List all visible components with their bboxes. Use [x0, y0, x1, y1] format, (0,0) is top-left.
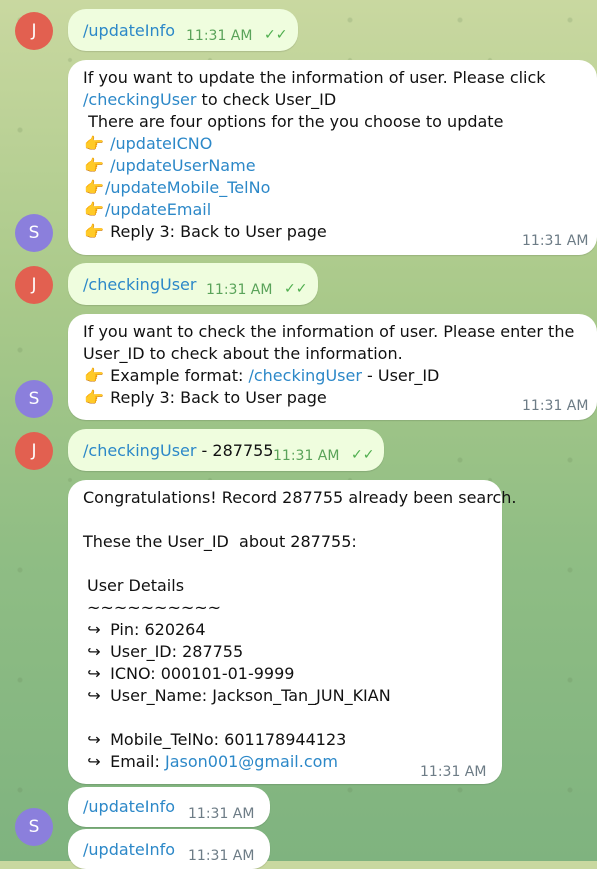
message-line: ~~~~~~~~~~ [87, 598, 222, 617]
return-arrow-icon: ↪ [87, 664, 101, 683]
message-time: 11:31 AM [522, 233, 589, 249]
pointing-hand-icon: 👉 [84, 134, 104, 153]
message-line: Mobile_TelNo: 601178944123 [110, 730, 347, 749]
message-line: Reply 3: Back to User page [110, 388, 327, 407]
message-bubble: If you want to update the information of… [68, 60, 597, 255]
command-link[interactable]: /updateMobile_TelNo [105, 178, 270, 197]
pointing-hand-icon: 👉 [84, 222, 104, 241]
avatar-j: J [15, 12, 53, 50]
avatar-s: S [15, 214, 53, 252]
read-check-icon: ✓✓ [284, 281, 308, 297]
message-time: 11:31 AM [420, 764, 487, 780]
message-time: 11:31 AM [522, 398, 589, 414]
command-link[interactable]: /updateInfo [83, 796, 175, 818]
message-line: If you want to check the information of … [83, 322, 575, 341]
message-line: There are four options for the you choos… [83, 112, 504, 131]
pointing-hand-icon: 👉 [84, 178, 104, 197]
pointing-hand-icon: 👉 [84, 388, 104, 407]
avatar-letter: J [31, 441, 37, 461]
message-time: 11:31 AM [186, 28, 253, 44]
message-bubble[interactable]: /updateInfo 11:31 AM [68, 787, 270, 827]
read-check-icon: ✓✓ [351, 447, 375, 463]
command-link[interactable]: /updateICNO [110, 134, 212, 153]
command-link[interactable]: /updateInfo [83, 839, 175, 861]
command-link[interactable]: /checkingUser [83, 441, 196, 460]
message-line: If you want to update the information of… [83, 68, 546, 87]
message-line: ICNO: 000101-01-9999 [110, 664, 295, 683]
command-link[interactable]: /checkingUser [248, 366, 361, 385]
message-bubble[interactable]: /updateInfo 11:31 AM [68, 829, 270, 869]
pointing-hand-icon: 👉 [84, 156, 104, 175]
message-bubble: Congratulations! Record 287755 already b… [68, 480, 516, 784]
message-time: 11:31 AM [273, 448, 340, 464]
avatar-j: J [15, 432, 53, 470]
avatar-j: J [15, 266, 53, 304]
pointing-hand-icon: 👉 [84, 366, 104, 385]
avatar-letter: S [28, 817, 40, 837]
command-link[interactable]: /checkingUser [83, 90, 196, 109]
return-arrow-icon: ↪ [87, 620, 101, 639]
message-line: to check User_ID [201, 90, 337, 109]
message-line: User Details [87, 576, 185, 595]
return-arrow-icon: ↪ [87, 642, 101, 661]
message-line: User_ID: 287755 [110, 642, 244, 661]
message-line: User_ID to check about the information. [83, 344, 403, 363]
message-line: Example format: [110, 366, 244, 385]
avatar-s: S [15, 808, 53, 846]
message-line: Pin: 620264 [110, 620, 206, 639]
message-line: User_Name: Jackson_Tan_JUN_KIAN [110, 686, 391, 705]
message-line: - User_ID [361, 366, 440, 385]
command-link[interactable]: /updateUserName [110, 156, 255, 175]
message-line: Congratulations! Record 287755 already b… [83, 488, 517, 507]
message-time: 11:31 AM [188, 806, 255, 822]
message-bubble: If you want to check the information of … [68, 314, 597, 420]
message-time: 11:31 AM [188, 848, 255, 864]
return-arrow-icon: ↪ [87, 730, 101, 749]
command-link[interactable]: /updateInfo [83, 20, 175, 42]
email-link[interactable]: Jason001@gmail.com [165, 752, 338, 771]
avatar-letter: S [28, 389, 40, 409]
avatar-letter: J [31, 275, 37, 295]
command-link[interactable]: /updateEmail [105, 200, 211, 219]
return-arrow-icon: ↪ [87, 686, 101, 705]
avatar-letter: J [31, 21, 37, 41]
read-check-icon: ✓✓ [264, 27, 288, 43]
pointing-hand-icon: 👉 [84, 200, 104, 219]
message-bubble[interactable]: /checkingUser 11:31 AM ✓✓ [68, 263, 318, 305]
avatar-letter: S [28, 223, 40, 243]
message-line: These the User_ID about 287755: [83, 532, 357, 551]
message-bubble[interactable]: /checkingUser - 287755 11:31 AM ✓✓ [68, 429, 384, 471]
return-arrow-icon: ↪ [87, 752, 101, 771]
command-link[interactable]: /checkingUser [83, 274, 196, 296]
message-line: Email: [110, 752, 165, 771]
message-time: 11:31 AM [206, 282, 273, 298]
avatar-s: S [15, 380, 53, 418]
message-suffix: - 287755 [196, 441, 274, 460]
message-line: Reply 3: Back to User page [110, 222, 327, 241]
message-bubble[interactable]: /updateInfo 11:31 AM ✓✓ [68, 9, 298, 51]
